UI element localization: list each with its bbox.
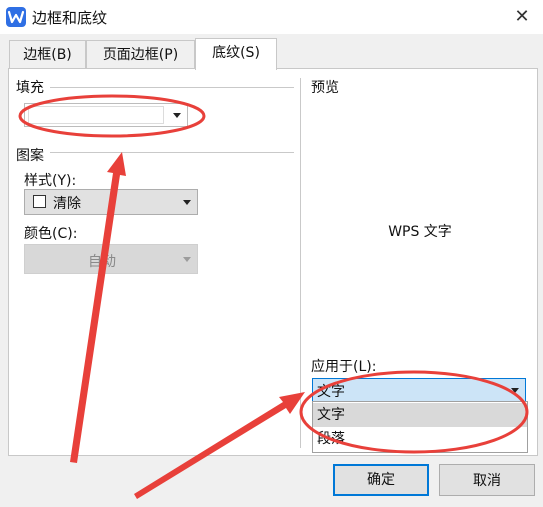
tab-shading[interactable]: 底纹(S): [195, 38, 277, 70]
apply-to-label: 应用于(L):: [311, 359, 377, 375]
chevron-down-icon: [511, 388, 519, 393]
tab-page-borders[interactable]: 页面边框(P): [86, 40, 195, 69]
fill-color-swatch: [28, 106, 164, 124]
fill-color-dropdown[interactable]: [24, 103, 188, 127]
pattern-color-value: 自动: [88, 254, 116, 270]
apply-to-value: 文字: [317, 384, 345, 400]
cancel-button[interactable]: 取消: [439, 464, 535, 496]
ok-button[interactable]: 确定: [333, 464, 429, 496]
chevron-down-icon: [183, 200, 191, 205]
close-button[interactable]: ✕: [509, 4, 535, 30]
chevron-down-icon: [183, 257, 191, 262]
apply-to-dropdown[interactable]: 文字: [312, 378, 526, 402]
fill-section-label: 填充: [16, 80, 44, 96]
fill-dropdown-button[interactable]: [169, 104, 187, 126]
title-bar: 边框和底纹 ✕: [0, 0, 543, 34]
pattern-style-dropdown[interactable]: 清除: [24, 189, 198, 215]
preview-divider: [300, 78, 301, 448]
pattern-section-label: 图案: [16, 148, 44, 164]
apply-option-text[interactable]: 文字: [313, 403, 527, 427]
chevron-down-icon: [173, 113, 181, 118]
tab-borders[interactable]: 边框(B): [9, 40, 86, 69]
borders-and-shading-dialog: 边框和底纹 ✕ 边框(B) 页面边框(P) 底纹(S) 填充 图案 样式(Y):…: [0, 0, 543, 507]
pattern-style-value: 清除: [53, 196, 81, 212]
apply-to-options-list: 文字 段落: [312, 401, 528, 453]
preview-sample-text: WPS 文字: [388, 224, 452, 240]
checkbox-icon: [33, 195, 46, 208]
fill-divider: [50, 87, 294, 88]
wps-writer-icon: [6, 7, 26, 27]
style-label: 样式(Y):: [24, 173, 77, 189]
dialog-title: 边框和底纹: [32, 9, 108, 27]
pattern-color-dropdown: 自动: [24, 244, 198, 274]
close-icon: ✕: [514, 6, 530, 27]
preview-section-label: 预览: [311, 80, 339, 96]
color-label: 颜色(C):: [24, 226, 78, 242]
apply-option-paragraph[interactable]: 段落: [313, 427, 527, 451]
pattern-divider: [50, 152, 294, 153]
